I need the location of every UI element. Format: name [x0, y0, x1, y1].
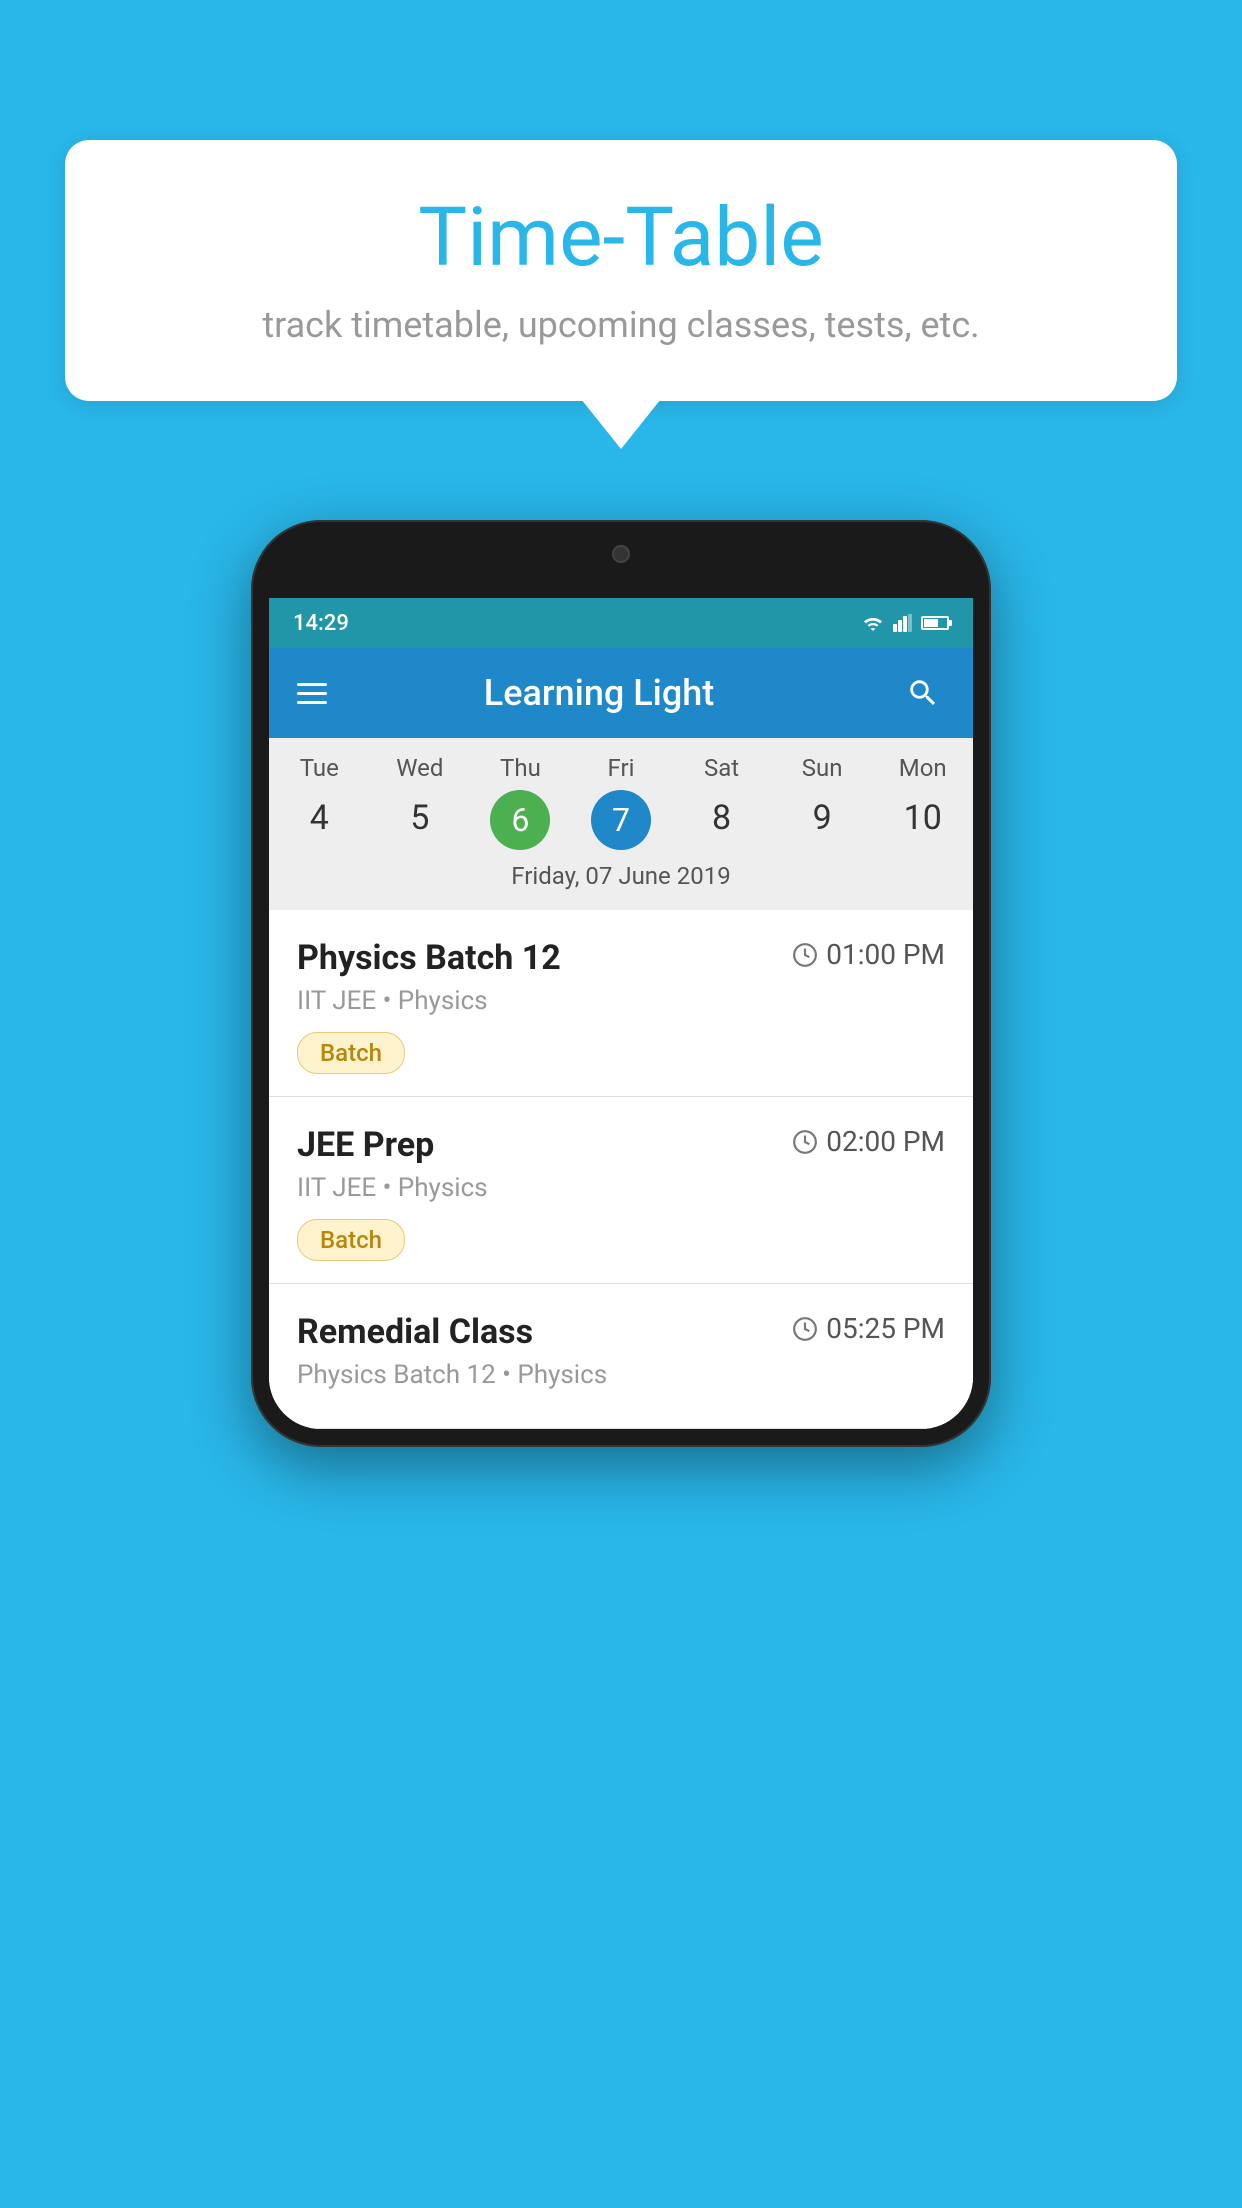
schedule-item-1[interactable]: Physics Batch 12 01:00 PM IIT JEE • Phys… — [269, 910, 973, 1097]
schedule-item-2-meta: IIT JEE • Physics — [297, 1173, 945, 1203]
app-title: Learning Light — [297, 672, 901, 714]
day-name-mon: Mon — [872, 754, 973, 782]
schedule-item-2-name: JEE Prep — [297, 1125, 434, 1165]
schedule-item-1-time: 01:00 PM — [792, 938, 945, 971]
days-numbers: 4 5 6 7 8 9 10 — [269, 790, 973, 850]
speech-bubble-container: Time-Table track timetable, upcoming cla… — [65, 140, 1177, 401]
days-header: Tue Wed Thu Fri Sat Sun Mon — [269, 754, 973, 782]
app-bar: Learning Light — [269, 648, 973, 738]
schedule-item-3-header: Remedial Class 05:25 PM — [297, 1312, 945, 1352]
schedule-item-2-badge: Batch — [297, 1219, 405, 1261]
status-bar: 14:29 — [269, 598, 973, 648]
day-5[interactable]: 5 — [370, 790, 471, 850]
phone-container: 14:29 — [251, 520, 991, 1447]
clock-icon-3 — [792, 1316, 818, 1342]
bubble-subtitle: track timetable, upcoming classes, tests… — [125, 304, 1117, 346]
schedule-item-1-name: Physics Batch 12 — [297, 938, 561, 978]
day-name-sat: Sat — [671, 754, 772, 782]
wifi-icon — [861, 614, 885, 632]
schedule-item-3[interactable]: Remedial Class 05:25 PM Physics Batch 12… — [269, 1284, 973, 1429]
notch — [571, 538, 671, 570]
day-10[interactable]: 10 — [872, 790, 973, 850]
day-name-sun: Sun — [772, 754, 873, 782]
phone-top-bar — [269, 538, 973, 598]
day-name-wed: Wed — [370, 754, 471, 782]
day-6-today[interactable]: 6 — [490, 790, 550, 850]
phone-frame: 14:29 — [251, 520, 991, 1447]
schedule-item-2-header: JEE Prep 02:00 PM — [297, 1125, 945, 1165]
speech-bubble: Time-Table track timetable, upcoming cla… — [65, 140, 1177, 401]
camera — [612, 545, 630, 563]
day-7-selected[interactable]: 7 — [591, 790, 651, 850]
schedule-item-1-header: Physics Batch 12 01:00 PM — [297, 938, 945, 978]
schedule-list: Physics Batch 12 01:00 PM IIT JEE • Phys… — [269, 910, 973, 1429]
search-icon — [906, 676, 940, 710]
status-icons — [861, 614, 949, 632]
clock-icon-1 — [792, 942, 818, 968]
status-time: 14:29 — [293, 611, 349, 636]
schedule-item-2-time: 02:00 PM — [792, 1125, 945, 1158]
day-name-fri: Fri — [571, 754, 672, 782]
day-9[interactable]: 9 — [772, 790, 873, 850]
day-name-thu: Thu — [470, 754, 571, 782]
schedule-item-3-meta: Physics Batch 12 • Physics — [297, 1360, 945, 1390]
schedule-item-3-time: 05:25 PM — [792, 1312, 945, 1345]
day-4[interactable]: 4 — [269, 790, 370, 850]
phone-screen: 14:29 — [269, 598, 973, 1429]
schedule-item-3-name: Remedial Class — [297, 1312, 533, 1352]
schedule-item-1-time-text: 01:00 PM — [826, 938, 945, 971]
bubble-title: Time-Table — [125, 190, 1117, 286]
selected-date-label: Friday, 07 June 2019 — [269, 862, 973, 902]
signal-icon — [893, 614, 913, 632]
schedule-item-3-time-text: 05:25 PM — [826, 1312, 945, 1345]
schedule-item-1-meta: IIT JEE • Physics — [297, 986, 945, 1016]
schedule-item-1-badge: Batch — [297, 1032, 405, 1074]
schedule-item-2-time-text: 02:00 PM — [826, 1125, 945, 1158]
schedule-item-2[interactable]: JEE Prep 02:00 PM IIT JEE • Physics Batc… — [269, 1097, 973, 1284]
day-name-tue: Tue — [269, 754, 370, 782]
calendar-strip: Tue Wed Thu Fri Sat Sun Mon 4 5 6 7 8 9 … — [269, 738, 973, 910]
battery-icon — [921, 616, 949, 630]
search-button[interactable] — [901, 671, 945, 715]
day-8[interactable]: 8 — [671, 790, 772, 850]
clock-icon-2 — [792, 1129, 818, 1155]
